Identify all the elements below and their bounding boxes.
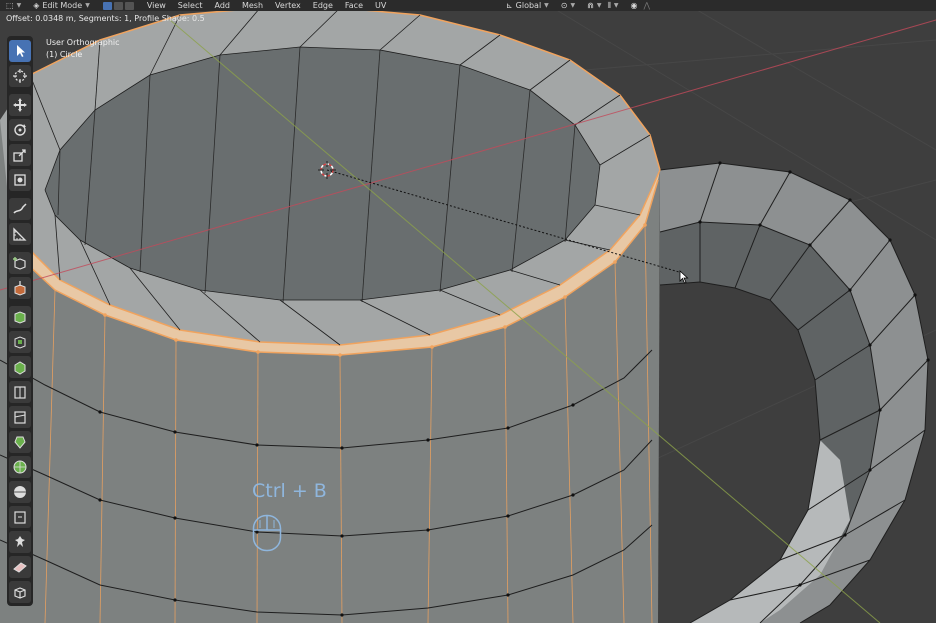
rotate-icon [14, 123, 26, 136]
move-tool[interactable] [9, 93, 31, 116]
falloff-icon: ⋀ [643, 1, 650, 10]
header-bar: ⬚ ▼ ◈ Edit Mode ▼ View Select Add Mesh Ver… [0, 0, 936, 11]
knife-tool[interactable] [9, 380, 31, 403]
cursor-tool[interactable] [9, 64, 31, 87]
loop-cut-icon [14, 360, 26, 375]
proportional-icon: ◉ [630, 1, 638, 10]
menu-face[interactable]: Face [339, 1, 369, 10]
viewport-info: User Orthographic (1) Circle [46, 37, 120, 61]
view-name: User Orthographic [46, 38, 120, 47]
shear-tool[interactable] [9, 530, 31, 553]
extrude-icon [14, 280, 26, 296]
rip-icon [13, 561, 27, 573]
pivot-icon: ⊙ [560, 1, 568, 10]
proportional-editing-toggle[interactable]: ◉ ⋀ [624, 0, 656, 11]
snap-target-icon: ⫴ [607, 0, 611, 10]
extrude-region-tool[interactable] [9, 276, 31, 299]
add-cube-icon [13, 256, 26, 270]
snap-icon: ⋒ [587, 1, 594, 10]
edit-mode-icon: ◈ [33, 1, 40, 10]
transform-tool[interactable] [9, 168, 31, 191]
mouse-pointer-icon [679, 270, 689, 284]
poly-build-tool[interactable] [9, 405, 31, 428]
knife-icon [14, 385, 26, 399]
menu-mesh[interactable]: Mesh [236, 1, 269, 10]
editor-type-icon: ⬚ [6, 1, 14, 10]
move-arrows-icon [13, 97, 27, 112]
menu-uv[interactable]: UV [369, 1, 392, 10]
transform-icon [14, 173, 26, 186]
bevel-icon [14, 335, 26, 349]
smooth-tool[interactable] [9, 455, 31, 478]
loop-cut-tool[interactable] [9, 355, 31, 378]
select-mode-group [96, 0, 141, 11]
shrink-fatten-tool[interactable] [9, 505, 31, 528]
annotate-tool[interactable] [9, 197, 31, 220]
add-cube-tool[interactable] [9, 251, 31, 274]
shear-icon [15, 535, 25, 547]
menu-edge[interactable]: Edge [307, 1, 339, 10]
select-box-tool[interactable] [9, 39, 31, 62]
3d-viewport[interactable]: ⬚ ▼ ◈ Edit Mode ▼ View Select Add Mesh Ver… [0, 0, 936, 623]
menu-vertex[interactable]: Vertex [269, 1, 307, 10]
orientation-icon: ⊾ [505, 1, 513, 10]
mode-label: Edit Mode [42, 1, 83, 10]
shrink-fatten-icon [14, 510, 26, 524]
menu-view[interactable]: View [141, 1, 172, 10]
operator-status-text: Offset: 0.0348 m, Segments: 1, Profile S… [6, 14, 205, 23]
snapping-selector[interactable]: ⋒ ▼ ⫴ ▼ [581, 0, 624, 11]
shortcut-overlay: Ctrl + B [252, 480, 327, 502]
spin-tool[interactable] [9, 430, 31, 453]
mesh-scene[interactable] [0, 0, 936, 623]
mouse-icon [252, 514, 282, 552]
scale-icon [13, 148, 26, 162]
orientation-label: Global [515, 1, 542, 10]
inset-faces-tool[interactable] [9, 305, 31, 328]
vertex-select-button[interactable] [102, 1, 112, 10]
menu-add[interactable]: Add [208, 1, 236, 10]
face-select-button[interactable] [124, 1, 134, 10]
tool-shelf [7, 36, 33, 606]
pencil-icon [13, 202, 27, 214]
poly-build-icon [14, 410, 26, 424]
edge-select-button[interactable] [113, 1, 123, 10]
measure-tool[interactable] [9, 222, 31, 245]
scale-tool[interactable] [9, 143, 31, 166]
smooth-icon [13, 460, 27, 473]
edge-slide-icon [14, 485, 26, 498]
rip-region-tool[interactable] [9, 555, 31, 578]
rotate-tool[interactable] [9, 118, 31, 141]
edge-slide-tool[interactable] [9, 480, 31, 503]
editor-type-button[interactable]: ⬚ ▼ [0, 0, 27, 11]
inset-icon [14, 310, 26, 324]
mode-selector[interactable]: ◈ Edit Mode ▼ [27, 0, 96, 11]
select-cursor-icon [17, 44, 25, 57]
object-name: (1) Circle [46, 50, 83, 59]
menu-select[interactable]: Select [172, 1, 209, 10]
cursor-target-icon [13, 68, 27, 83]
edit-cube-tool[interactable] [9, 580, 31, 603]
pivot-point-selector[interactable]: ⊙ ▼ [555, 0, 581, 11]
spin-icon [14, 436, 26, 449]
transform-orientation-selector[interactable]: ⊾ Global ▼ [500, 0, 555, 11]
bevel-tool[interactable] [9, 330, 31, 353]
cube-icon [14, 586, 26, 599]
ruler-icon [13, 226, 27, 241]
